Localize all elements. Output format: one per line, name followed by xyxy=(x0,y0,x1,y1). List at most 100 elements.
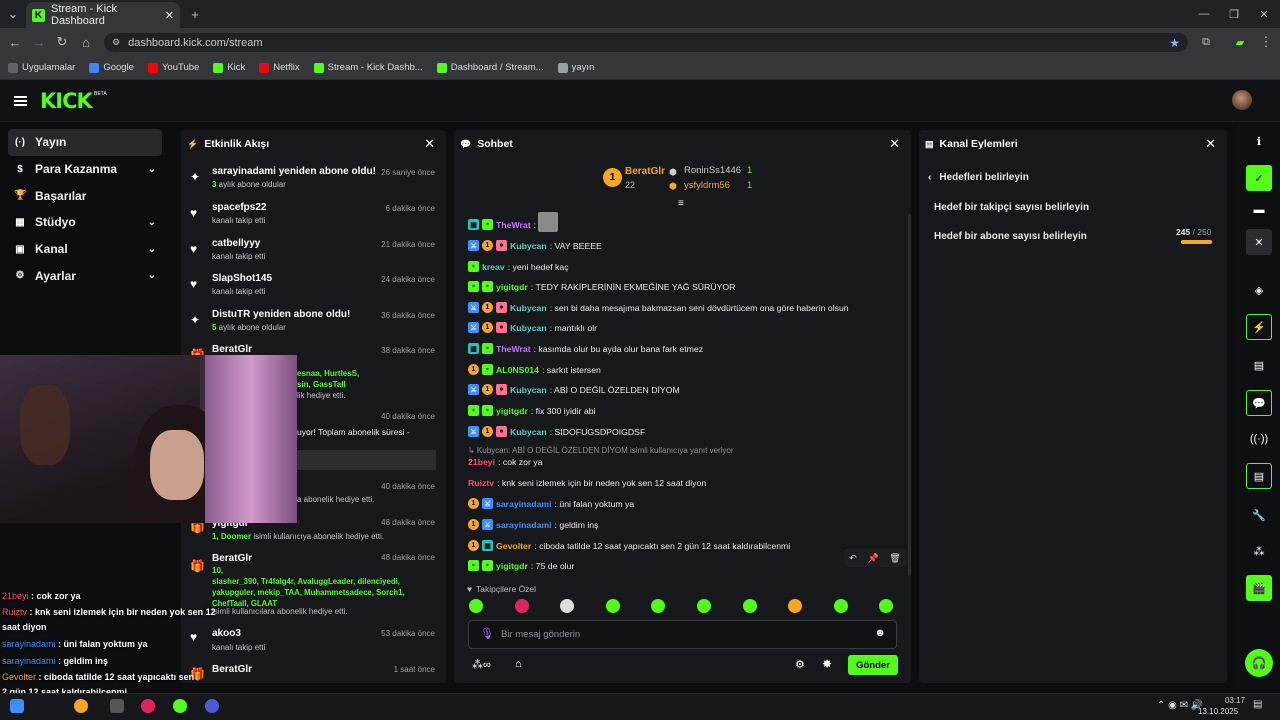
bookmark-item[interactable]: Netflix xyxy=(259,62,300,73)
app-icon[interactable] xyxy=(110,699,124,713)
close-rail-icon[interactable]: ✕ xyxy=(1246,229,1272,255)
minimize-icon[interactable]: — xyxy=(1193,3,1215,25)
lightning-icon[interactable]: ⚡ xyxy=(1246,314,1272,340)
scene-icon[interactable]: ◈ xyxy=(1246,277,1272,303)
chat-username[interactable]: 21beyi xyxy=(468,457,495,467)
browser-menu-icon[interactable]: ⋮ xyxy=(1255,31,1277,53)
restore-icon[interactable]: ❐ xyxy=(1223,3,1245,25)
chat-mod-icon[interactable]: ✸ xyxy=(822,657,832,671)
chat-message[interactable]: ⚔ 1 ● Kubycan: mantıklı olr xyxy=(468,322,597,333)
extensions-icon[interactable]: ⧉ xyxy=(1195,31,1217,53)
emote-icon[interactable] xyxy=(514,599,529,613)
chat-username[interactable]: Kubycan xyxy=(510,303,547,313)
close-window-icon[interactable]: ✕ xyxy=(1253,3,1275,25)
delete-icon[interactable]: 🗑 xyxy=(889,553,900,564)
obs-icon[interactable] xyxy=(141,699,155,713)
tray-icons[interactable]: ⌃ ◉ ✉ 🔊 xyxy=(1157,700,1203,711)
clapper-icon[interactable]: 🎬 xyxy=(1246,575,1272,601)
bookmark-item[interactable]: YouTube xyxy=(147,62,199,73)
bookmark-item[interactable]: yayın xyxy=(557,62,594,73)
close-channel-actions-icon[interactable]: ✕ xyxy=(1205,136,1216,152)
emote-icon[interactable] xyxy=(605,599,620,613)
reload-icon[interactable]: ↻ xyxy=(51,31,73,53)
emoji-icon[interactable]: ☻ xyxy=(874,627,886,639)
emote-icon[interactable] xyxy=(469,599,483,613)
chat-username[interactable]: yigitgdr xyxy=(496,406,528,416)
user-avatar[interactable] xyxy=(1232,90,1252,110)
start-icon[interactable] xyxy=(10,699,24,713)
layout-icon[interactable]: ▬ xyxy=(1246,197,1272,223)
chat-message[interactable]: 21beyi: cok zor ya xyxy=(468,457,542,467)
chat-scrollbar[interactable] xyxy=(908,214,911,576)
broadcast-icon[interactable]: ((·)) xyxy=(1246,426,1272,452)
expand-leaderboard-icon[interactable]: ≡ xyxy=(678,198,684,209)
check-icon[interactable]: ✓ xyxy=(1246,165,1272,191)
chat-message[interactable]: 1 ⚔ sarayinadami: üni falan yoktum ya xyxy=(468,498,634,509)
close-activity-icon[interactable]: ✕ xyxy=(424,136,435,152)
chat-username[interactable]: Kubycan xyxy=(510,385,547,395)
bookmark-item[interactable]: Dashboard / Stream... xyxy=(436,62,544,73)
site-info-icon[interactable]: ⚙ xyxy=(112,37,120,48)
sub-goal-option[interactable]: Hedef bir abone sayısı belirleyin xyxy=(934,231,1087,242)
back-icon[interactable]: ← xyxy=(4,31,26,53)
mic-icon[interactable]: 🎙 xyxy=(480,627,494,640)
chat-username[interactable]: Gevolter xyxy=(496,541,531,551)
chat-message[interactable]: ⚔ 1 ● Kubycan: sen bi daha mesajıma bakmazs… xyxy=(468,302,849,313)
url-field[interactable]: ⚙ dashboard.kick.com/stream ★ xyxy=(104,33,1188,52)
chat-message[interactable]: 1 ▦ Gevolter: ciboda tatilde 12 saat yapıc… xyxy=(468,540,790,551)
emote-icon[interactable] xyxy=(833,599,848,613)
chat-message[interactable]: 1 ⚔ sarayinadami: geldim inş xyxy=(468,519,599,530)
chat-message[interactable]: ▦ ▪ TheWrat: kasımda olur bu ayda olur ban… xyxy=(468,343,703,354)
support-icon[interactable]: 🎧 xyxy=(1245,649,1273,677)
chat-message[interactable]: ⚔ 1 ● Kubycan: SIDOFUGSDPOIGDSF xyxy=(468,426,645,437)
emote-icon[interactable] xyxy=(697,599,711,613)
home-icon[interactable]: ⌂ xyxy=(75,31,97,53)
share-icon[interactable]: ⁂ xyxy=(1246,538,1272,564)
reply-icon[interactable]: ↶ xyxy=(849,553,857,564)
chat-message[interactable]: ⚔ 1 ● Kubycan: ABİ O DEĞİL ÖZELDEN DİYOM xyxy=(468,384,680,395)
tab-list-icon[interactable]: ⌄ xyxy=(2,3,24,25)
chat-username[interactable]: sarayinadami xyxy=(496,520,552,530)
wrench-icon[interactable]: 🔧 xyxy=(1246,502,1272,528)
emote-icon[interactable] xyxy=(742,599,757,613)
pin-icon[interactable]: 📌 xyxy=(867,553,878,564)
close-tab-icon[interactable]: ✕ xyxy=(165,9,174,22)
chat-message[interactable]: ▪ ▪ yigitgdr: fix 300 iyidir abi xyxy=(468,405,596,416)
chat-username[interactable]: Kubycan xyxy=(510,241,547,251)
info-icon[interactable]: ℹ xyxy=(1246,128,1272,154)
chat-username[interactable]: sarayinadami xyxy=(496,499,552,509)
bookmark-star-icon[interactable]: ★ xyxy=(1169,36,1180,50)
chat-message[interactable]: ⚔ 1 ● Kubycan: VAY BEEEE xyxy=(468,240,602,251)
send-button[interactable]: Gönder xyxy=(848,655,898,675)
menu-icon[interactable] xyxy=(14,96,27,106)
chat-message[interactable]: ▪ ▪ yigitgdr: 75 de olur xyxy=(468,560,574,571)
sidebar-item-kanal[interactable]: ▣ Kanal ⌄ xyxy=(8,236,162,263)
kick-logo[interactable]: KICK xyxy=(40,89,93,113)
chat-username[interactable]: yigitgdr xyxy=(496,282,528,292)
chat-message[interactable]: ▦ ▪ TheWrat: xyxy=(468,219,536,230)
sidebar-item-para-kazanma[interactable]: $ Para Kazanma ⌄ xyxy=(8,156,162,183)
chat-username[interactable]: TheWrat xyxy=(496,344,531,354)
chat-message[interactable]: 1 ▪ AL0NS014: sarkıt istersen xyxy=(468,364,601,375)
channel-actions-rail-icon[interactable]: ▤ xyxy=(1246,463,1272,489)
chat-username[interactable]: TheWrat xyxy=(496,220,531,230)
chat-message[interactable]: ▪ kreav: yeni hedef kaç xyxy=(468,261,569,272)
back-button[interactable]: ‹ Hedefleri belirleyin xyxy=(928,172,1029,183)
chat-username[interactable]: yigitgdr xyxy=(496,561,528,571)
forward-icon[interactable]: → xyxy=(28,31,50,53)
bookmark-item[interactable]: Google xyxy=(89,62,134,73)
sidebar-item-stüdyo[interactable]: ▦ Stüdyo ⌄ xyxy=(8,209,162,236)
chat-settings-icon[interactable]: ⚙ xyxy=(795,658,805,671)
kick-app-icon[interactable] xyxy=(173,699,187,713)
profile-icon[interactable]: ▰ xyxy=(1229,31,1251,53)
sidebar-item-başarılar[interactable]: 🏆 Başarılar xyxy=(8,182,162,209)
bookmark-item[interactable]: Kick xyxy=(213,62,245,73)
notes-icon[interactable]: ▤ xyxy=(1246,352,1272,378)
chrome-icon[interactable] xyxy=(74,699,88,713)
chat-message[interactable]: ▪ ▪ yigitgdr: TEDY RAKİPLERİNİN EKMEĞİNE Y… xyxy=(468,281,735,292)
chat-username[interactable]: AL0NS014 xyxy=(496,365,539,375)
chat-username[interactable]: kreav xyxy=(482,262,505,272)
sidebar-item-ayarlar[interactable]: ⚙ Ayarlar ⌄ xyxy=(8,262,162,289)
sidebar-item-yayın[interactable]: (·) Yayın xyxy=(8,129,162,156)
close-chat-icon[interactable]: ✕ xyxy=(889,136,900,152)
